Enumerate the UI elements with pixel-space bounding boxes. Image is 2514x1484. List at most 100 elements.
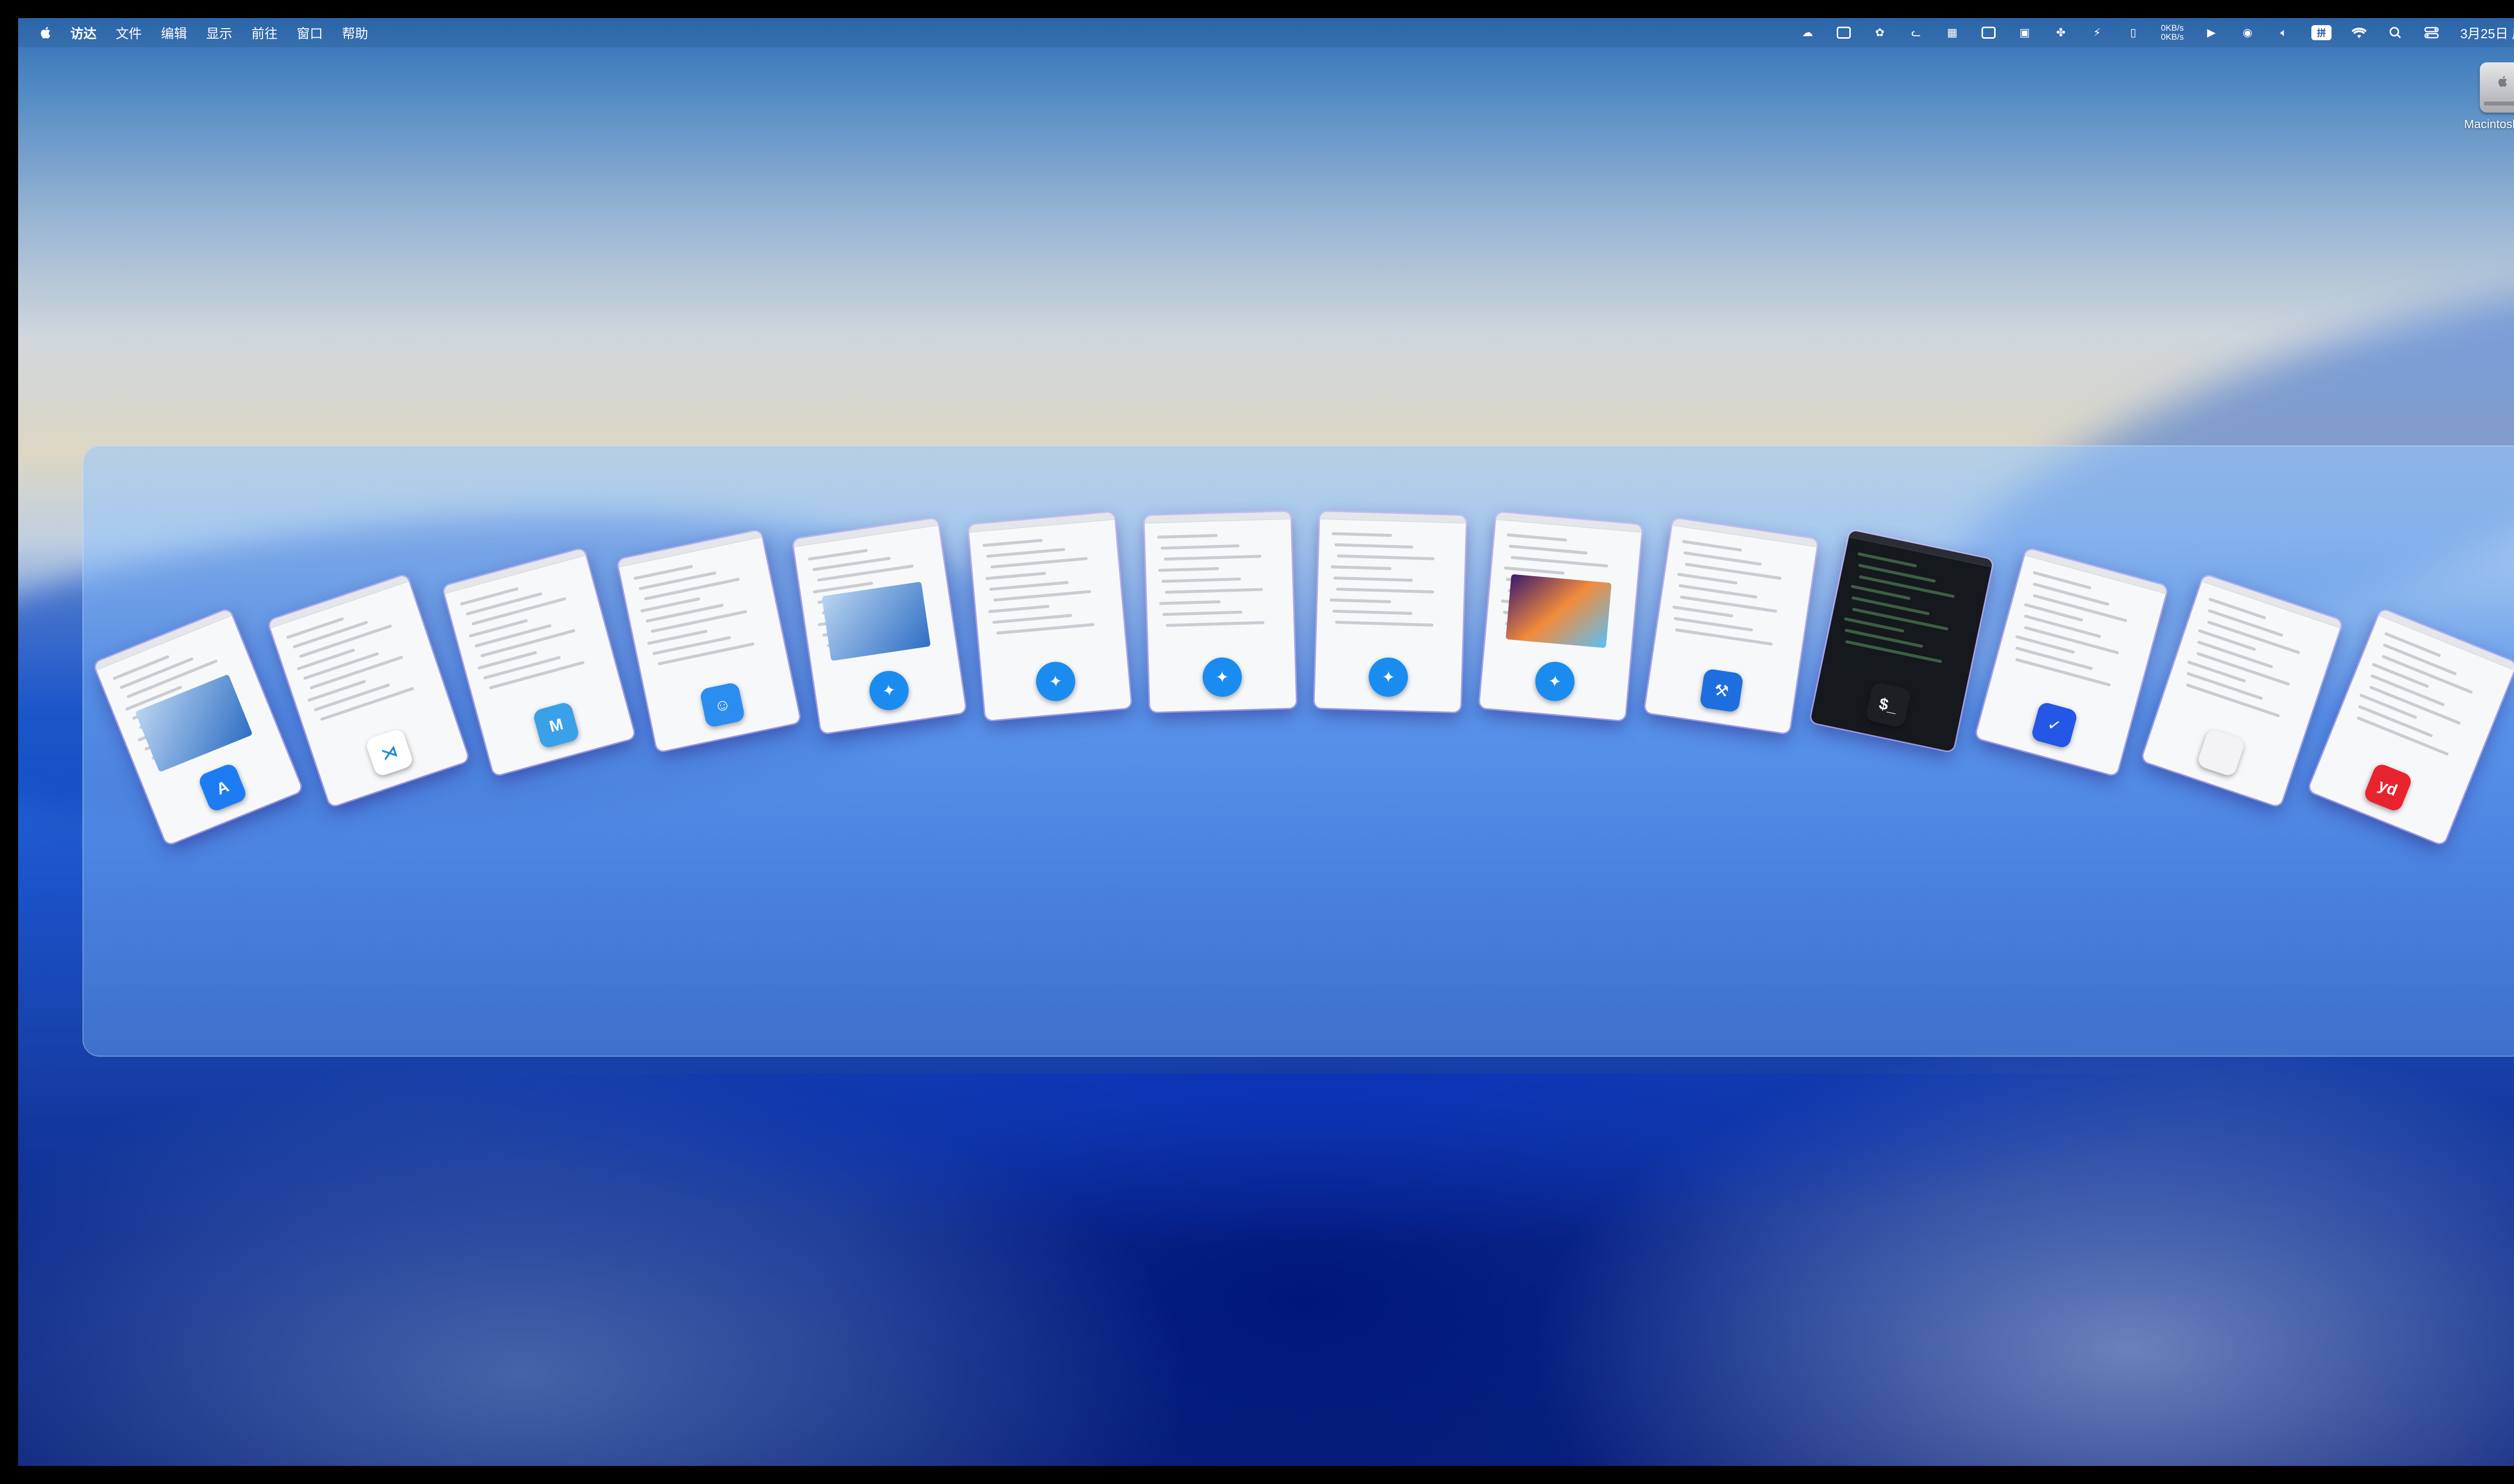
window-thumbnail[interactable]: ⋊: [268, 574, 469, 807]
photo-icon[interactable]: ▣: [2016, 25, 2033, 40]
gear-flower-icon[interactable]: ✿: [1871, 25, 1889, 40]
wifi-icon[interactable]: [2351, 25, 2368, 40]
bolt-icon[interactable]: ⚡: [2089, 25, 2106, 40]
content-placeholder-line: [2208, 597, 2267, 620]
content-placeholder-line: [483, 656, 561, 680]
window-title-bar: [1144, 511, 1291, 524]
content-placeholder-line: [1160, 544, 1239, 550]
battery-icon[interactable]: ▯: [2125, 25, 2142, 40]
app-store-icon: A: [197, 762, 248, 813]
menu-help[interactable]: 帮助: [342, 24, 368, 42]
content-placeholder-line: [1333, 576, 1413, 582]
window-thumbnail[interactable]: ⚒: [1644, 518, 1818, 733]
content-placeholder-line: [812, 556, 891, 571]
content-placeholder-line: [1331, 532, 1392, 537]
window-thumbnail[interactable]: ✦: [1314, 511, 1467, 712]
cat-icon[interactable]: ᓚ: [1908, 25, 1925, 40]
window-thumbnail[interactable]: M: [442, 548, 635, 776]
content-placeholder-line: [1675, 628, 1773, 646]
content-placeholder-line: [1503, 566, 1565, 575]
content-placeholder-line: [1332, 609, 1413, 615]
control-center-icon[interactable]: [2423, 25, 2440, 40]
content-placeholder-line: [996, 622, 1095, 635]
content-placeholder-line: [1858, 575, 1955, 598]
content-image-thumbnail: [822, 581, 931, 661]
content-placeholder-line: [1510, 555, 1608, 568]
content-placeholder-line: [1330, 565, 1392, 571]
window-thumbnail[interactable]: ☺: [617, 530, 801, 752]
content-placeholder-line: [1165, 621, 1265, 627]
window-thumbnail[interactable]: ✦: [1144, 511, 1296, 712]
menu-bar-clock[interactable]: 3月25日 周三 12:29: [2460, 24, 2514, 42]
content-placeholder-line: [657, 642, 755, 666]
safari-icon: ✦: [866, 668, 912, 713]
volume-icon[interactable]: 🔈︎: [2275, 25, 2292, 40]
window-thumbnail[interactable]: ✦: [1479, 512, 1642, 720]
safari-icon: ✦: [1202, 657, 1242, 698]
window-thumbnail[interactable]: ✦: [968, 512, 1131, 720]
window-thumbnail[interactable]: ✓: [1976, 548, 2168, 776]
youdao-icon[interactable]: [1980, 25, 1997, 40]
content-placeholder-line: [1157, 534, 1218, 539]
window-thumbnail[interactable]: A: [94, 608, 303, 846]
content-placeholder-line: [1335, 620, 1434, 627]
monitor-icon[interactable]: [1835, 25, 1852, 40]
typora-icon: M: [531, 701, 580, 750]
clover-icon[interactable]: ✤: [2052, 25, 2070, 40]
menu-bar: 访达 文件 编辑 显示 前往 窗口 帮助 ☁ ✿ ᓚ ▦ ▣ ✤ ⚡ ▯ 0KB…: [18, 18, 2514, 47]
cloud-icon[interactable]: ☁: [1799, 25, 1816, 40]
content-placeholder-line: [1508, 544, 1588, 554]
calendar-icon: [2196, 727, 2247, 778]
play-icon[interactable]: ▶: [2203, 25, 2220, 40]
user-icon[interactable]: ◉: [2239, 25, 2256, 40]
content-placeholder-line: [286, 617, 344, 639]
content-placeholder-line: [2198, 629, 2257, 652]
content-placeholder-line: [2187, 660, 2247, 683]
content-placeholder-line: [1162, 610, 1242, 616]
menu-edit[interactable]: 编辑: [161, 24, 187, 42]
content-placeholder-line: [1673, 616, 1753, 631]
content-placeholder-line: [993, 590, 1092, 602]
desktop: 访达 文件 编辑 显示 前往 窗口 帮助 ☁ ✿ ᓚ ▦ ▣ ✤ ⚡ ▯ 0KB…: [18, 18, 2514, 1466]
content-placeholder-line: [307, 679, 367, 702]
menu-window[interactable]: 窗口: [297, 24, 323, 42]
window-thumbnail[interactable]: $_: [1810, 530, 1993, 752]
content-placeholder-line: [985, 572, 1046, 580]
window-thumbnail[interactable]: ✦: [792, 518, 966, 733]
content-placeholder-line: [1337, 554, 1435, 561]
content-placeholder-line: [1158, 567, 1219, 572]
search-icon[interactable]: [2387, 25, 2404, 40]
terminal-icon: $_: [1864, 681, 1912, 728]
content-placeholder-line: [1336, 587, 1434, 594]
safari-icon: ✦: [1368, 657, 1409, 698]
vscode-icon: ⋊: [364, 727, 414, 778]
network-download-speed: 0KB/s: [2161, 32, 2184, 42]
window-switcher-panel: A ⋊ M ☺ ✦ ✦ ✦ ✦ ✦ ⚒ $_ ✓ yd: [82, 445, 2514, 1057]
window-title-bar: [617, 530, 762, 568]
menu-bar-extras: ☁ ✿ ᓚ ▦ ▣ ✤ ⚡ ▯ 0KB/s 0KB/s ▶ ◉ 🔈︎ 拼 3月2…: [1780, 18, 2514, 47]
content-placeholder-line: [2371, 663, 2430, 689]
content-placeholder-line: [986, 547, 1065, 558]
macintosh-hd-disk[interactable]: Macintosh HD: [2447, 62, 2514, 132]
menu-go[interactable]: 前往: [251, 24, 278, 42]
content-placeholder-line: [1334, 543, 1414, 549]
layout-icon[interactable]: ▦: [1944, 25, 1961, 40]
menu-view[interactable]: 显示: [206, 24, 232, 42]
network-speed[interactable]: 0KB/s 0KB/s: [2161, 24, 2184, 42]
safari-icon: ✦: [1034, 660, 1077, 703]
content-placeholder-line: [2024, 614, 2102, 638]
content-placeholder-line: [465, 592, 543, 616]
window-thumbnail[interactable]: yd: [2308, 608, 2514, 846]
input-method-indicator[interactable]: 拼: [2311, 25, 2332, 40]
menu-bar-left: 访达 文件 编辑 显示 前往 窗口 帮助: [38, 24, 387, 42]
content-placeholder-line: [982, 538, 1043, 547]
apple-logo-icon[interactable]: [38, 25, 51, 40]
window-title-bar: [442, 548, 586, 594]
menu-file[interactable]: 文件: [116, 24, 142, 42]
window-thumbnail[interactable]: [2141, 574, 2343, 807]
network-upload-speed: 0KB/s: [2161, 23, 2184, 33]
content-placeholder-line: [988, 604, 1050, 613]
content-placeholder-line: [1158, 600, 1221, 605]
finder-icon: ☺: [699, 681, 746, 728]
menu-finder[interactable]: 访达: [70, 24, 97, 42]
